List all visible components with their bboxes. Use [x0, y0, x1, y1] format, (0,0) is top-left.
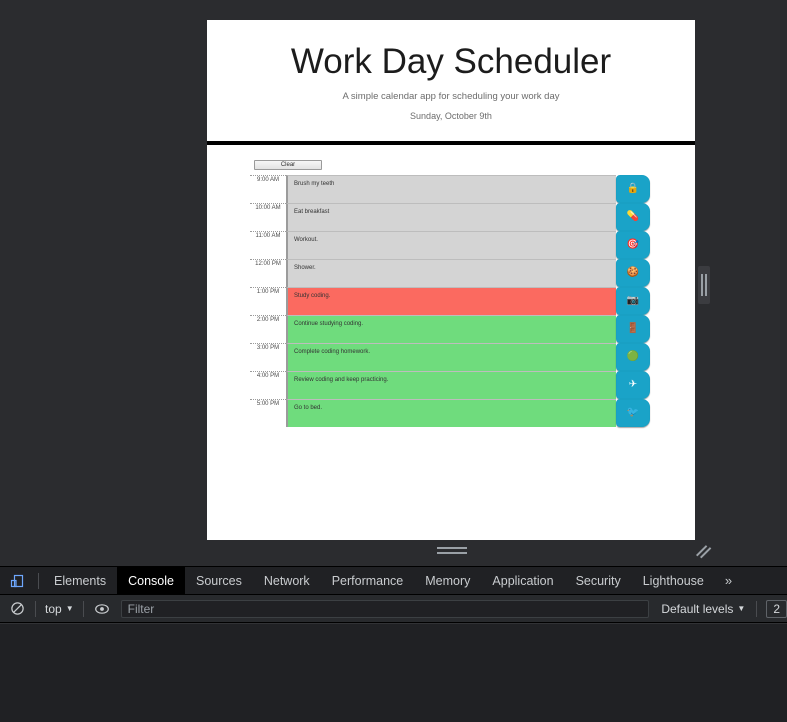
time-block: 4:00 PM ✈: [207, 371, 695, 399]
chevron-down-icon: ▼: [737, 604, 746, 613]
handle-bar: [705, 274, 707, 296]
save-button-bird-icon[interactable]: 🐦: [616, 399, 650, 427]
page-viewport: Work Day Scheduler A simple calendar app…: [207, 20, 695, 540]
log-level-selector[interactable]: Default levels ▼: [655, 602, 751, 616]
tab-elements[interactable]: Elements: [43, 567, 117, 595]
execution-context-selector[interactable]: top ▼: [41, 602, 78, 616]
time-block: 12:00 PM 🍪: [207, 259, 695, 287]
tab-memory[interactable]: Memory: [414, 567, 481, 595]
save-button-cookie-icon[interactable]: 🍪: [616, 259, 650, 287]
page-header: Work Day Scheduler A simple calendar app…: [207, 20, 695, 137]
handle-bar: [437, 551, 467, 554]
tab-lighthouse[interactable]: Lighthouse: [632, 567, 715, 595]
time-block: 5:00 PM 🐦: [207, 399, 695, 427]
save-button-pill-icon[interactable]: 💊: [616, 203, 650, 231]
save-button-lock-icon[interactable]: 🔒: [616, 175, 650, 203]
time-block-list: 9:00 AM🔒10:00 AM💊11:00 AM🎯12:00 PM🍪1:00 …: [207, 175, 695, 427]
clear-button[interactable]: Clear: [254, 160, 322, 170]
hidden-messages-count[interactable]: 2: [766, 599, 787, 618]
handle-bar: [437, 546, 467, 549]
hour-label: 3:00 PM: [250, 343, 286, 371]
handle-bar: [701, 274, 703, 296]
execution-context-label: top: [45, 601, 62, 616]
time-block: 9:00 AM 🔒: [207, 175, 695, 203]
devtools-tab-group: Elements Console Sources Network Performance…: [43, 566, 715, 595]
current-day: Sunday, October 9th: [410, 111, 492, 121]
save-button-camera-icon[interactable]: 📷: [616, 287, 650, 315]
event-description-input[interactable]: [286, 259, 616, 287]
devtools-panel: Elements Console Sources Network Performance…: [0, 566, 787, 722]
tab-sources[interactable]: Sources: [185, 567, 253, 595]
event-description-input[interactable]: [286, 343, 616, 371]
device-emulation-area: Work Day Scheduler A simple calendar app…: [0, 0, 787, 566]
toolbar-divider: [35, 600, 36, 617]
device-resize-corner-handle[interactable]: [694, 542, 712, 560]
hour-label: 9:00 AM: [250, 175, 286, 203]
chevron-down-icon: ▼: [65, 604, 74, 613]
hour-label: 1:00 PM: [250, 287, 286, 315]
time-block: 10:00 AM 💊: [207, 203, 695, 231]
page-subtitle: A simple calendar app for scheduling you…: [342, 91, 560, 102]
live-expression-eye-icon[interactable]: [89, 598, 115, 620]
time-block: 3:00 PM 🟢: [207, 343, 695, 371]
tab-console[interactable]: Console: [117, 566, 185, 595]
time-block: 11:00 AM 🎯: [207, 231, 695, 259]
console-toolbar: top ▼ Default levels ▼ 2: [0, 595, 787, 623]
more-tabs-button[interactable]: »: [715, 567, 742, 595]
event-description-input[interactable]: [286, 371, 616, 399]
hour-label: 10:00 AM: [250, 203, 286, 231]
clear-row: Clear: [207, 153, 695, 171]
tab-performance[interactable]: Performance: [321, 567, 415, 595]
hour-label: 11:00 AM: [250, 231, 286, 259]
tab-application[interactable]: Application: [481, 567, 564, 595]
devtools-tabbar: Elements Console Sources Network Performance…: [0, 566, 787, 595]
page-title: Work Day Scheduler: [290, 42, 612, 81]
toolbar-divider: [82, 600, 84, 617]
save-button-green-ball-icon[interactable]: 🟢: [616, 343, 650, 371]
toolbar-divider: [756, 600, 758, 617]
save-button-door-icon[interactable]: 🚪: [616, 315, 650, 343]
console-filter-input[interactable]: [120, 599, 650, 618]
event-description-input[interactable]: [286, 203, 616, 231]
device-toolbar-toggle-icon[interactable]: [0, 567, 34, 595]
event-description-input[interactable]: [286, 231, 616, 259]
hour-label: 5:00 PM: [250, 399, 286, 427]
clear-console-icon[interactable]: [4, 598, 30, 620]
event-description-input[interactable]: [286, 175, 616, 203]
console-message-area[interactable]: [0, 623, 787, 721]
tabbar-divider: [38, 572, 39, 589]
event-description-input[interactable]: [286, 287, 616, 315]
scheduler-container: Clear 9:00 AM🔒10:00 AM💊11:00 AM🎯12:00 PM…: [207, 145, 695, 427]
time-block: 1:00 PM 📷: [207, 287, 695, 315]
devtools-window: Work Day Scheduler A simple calendar app…: [0, 0, 787, 722]
event-description-input[interactable]: [286, 399, 616, 427]
tab-network[interactable]: Network: [253, 567, 321, 595]
time-block: 2:00 PM 🚪: [207, 315, 695, 343]
tab-security[interactable]: Security: [565, 567, 632, 595]
hour-label: 2:00 PM: [250, 315, 286, 343]
hour-label: 4:00 PM: [250, 371, 286, 399]
log-level-label: Default levels: [661, 601, 734, 616]
hour-label: 12:00 PM: [250, 259, 286, 287]
save-button-airplane-icon[interactable]: ✈: [616, 371, 650, 399]
device-width-handle[interactable]: [698, 266, 710, 304]
event-description-input[interactable]: [286, 315, 616, 343]
device-height-handle[interactable]: [437, 545, 467, 555]
save-button-dart-icon[interactable]: 🎯: [616, 231, 650, 259]
